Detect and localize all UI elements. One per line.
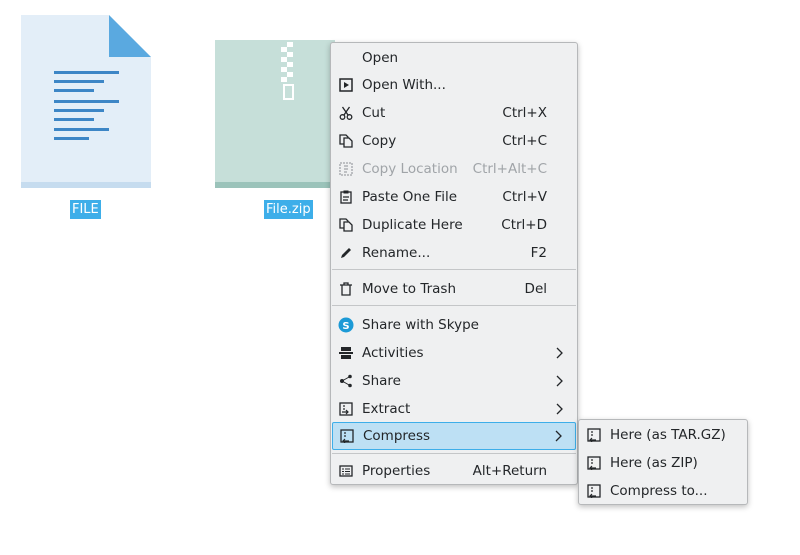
properties-icon <box>338 463 354 479</box>
duplicate-icon <box>338 217 354 233</box>
paste-icon <box>338 189 354 205</box>
submenu-item-compress-to[interactable]: Compress to... <box>580 478 746 504</box>
menu-item-copy[interactable]: Copy Ctrl+C <box>332 128 576 154</box>
menu-item-move-to-trash[interactable]: Move to Trash Del <box>332 276 576 302</box>
svg-text:S: S <box>342 321 349 332</box>
menu-separator <box>332 305 576 306</box>
text-document-icon[interactable] <box>21 15 151 188</box>
menu-item-cut[interactable]: Cut Ctrl+X <box>332 100 576 126</box>
archive-icon <box>586 427 602 443</box>
zip-archive-icon[interactable] <box>215 40 335 188</box>
archive-compress-icon <box>339 428 355 444</box>
copy-icon <box>338 133 354 149</box>
archive-extract-icon <box>338 401 354 417</box>
menu-item-paste[interactable]: Paste One File Ctrl+V <box>332 184 576 210</box>
menu-item-extract[interactable]: Extract <box>332 396 576 422</box>
file-label-file-zip[interactable]: File.zip <box>264 200 313 219</box>
chevron-right-icon <box>556 347 563 359</box>
menu-item-rename[interactable]: Rename... F2 <box>332 240 576 266</box>
compress-submenu: Here (as TAR.GZ) Here (as ZIP) Compress … <box>578 419 748 505</box>
menu-item-compress[interactable]: Compress <box>332 422 576 450</box>
archive-icon <box>586 455 602 471</box>
menu-item-share-with-skype[interactable]: S Share with Skype <box>332 312 576 338</box>
copy-location-icon <box>338 161 354 177</box>
archive-icon <box>586 483 602 499</box>
scissors-icon <box>338 105 354 121</box>
submenu-item-here-zip[interactable]: Here (as ZIP) <box>580 450 746 476</box>
menu-separator <box>332 269 576 270</box>
skype-icon: S <box>338 317 354 333</box>
share-icon <box>338 373 354 389</box>
pencil-icon <box>338 245 354 261</box>
chevron-right-icon <box>556 403 563 415</box>
chevron-right-icon <box>555 430 562 442</box>
menu-item-open-with[interactable]: Open With... <box>332 72 576 98</box>
submenu-item-here-tar-gz[interactable]: Here (as TAR.GZ) <box>580 422 746 448</box>
menu-item-share[interactable]: Share <box>332 368 576 394</box>
context-menu: Open Open With... Cut Ctrl+X Copy Ctrl+C… <box>330 42 578 485</box>
file-label-file[interactable]: FILE <box>70 200 101 219</box>
chevron-right-icon <box>556 375 563 387</box>
activities-icon <box>338 345 354 361</box>
menu-item-duplicate[interactable]: Duplicate Here Ctrl+D <box>332 212 576 238</box>
menu-item-open[interactable]: Open <box>332 45 576 71</box>
open-with-icon <box>338 77 354 93</box>
menu-separator <box>332 453 576 454</box>
trash-icon <box>338 281 354 297</box>
menu-item-activities[interactable]: Activities <box>332 340 576 366</box>
menu-item-properties[interactable]: Properties Alt+Return <box>332 458 576 484</box>
menu-item-copy-location[interactable]: Copy Location Ctrl+Alt+C <box>332 156 576 182</box>
